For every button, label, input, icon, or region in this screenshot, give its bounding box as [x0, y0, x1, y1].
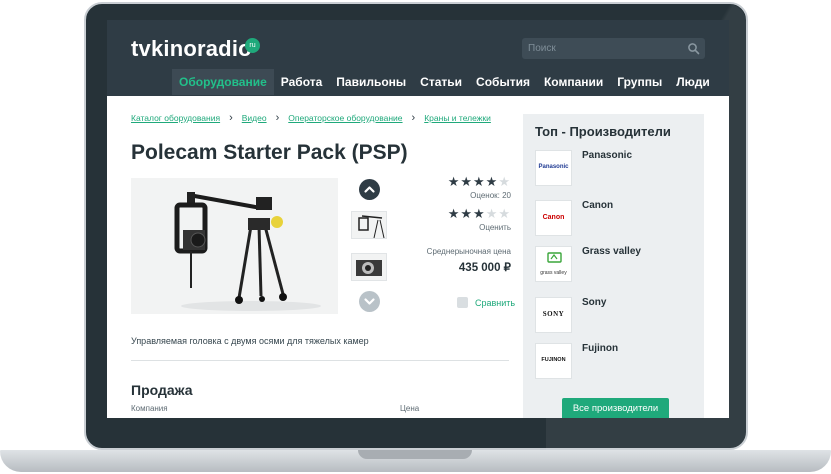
sony-logo: SONY — [535, 297, 572, 333]
product-thumbnail-2[interactable] — [351, 253, 387, 281]
chevron-right-icon: › — [411, 112, 416, 124]
manufacturer-name: Sony — [582, 297, 607, 308]
laptop-notch — [358, 450, 472, 459]
camera-crane-illustration — [174, 192, 321, 311]
breadcrumb-catalog[interactable]: Каталог оборудования — [131, 113, 220, 123]
rate-label[interactable]: Оценить — [407, 223, 511, 232]
panasonic-logo-text: Panasonic — [538, 164, 569, 170]
nav-item-groups[interactable]: Группы — [610, 69, 669, 95]
user-rating-stars[interactable]: ★★★★★ — [407, 206, 511, 222]
fujinon-logo-text: FUJINON — [541, 357, 566, 363]
site-logo[interactable]: tvkinoradio — [131, 36, 252, 62]
canon-logo: Canon — [535, 200, 572, 236]
nav-item-jobs[interactable]: Работа — [274, 69, 330, 95]
price-value: 435 000 ₽ — [458, 262, 511, 274]
average-rating-stars: ★★★★★ — [407, 174, 511, 190]
thumbnails-down-button[interactable] — [359, 291, 380, 312]
star-icon[interactable]: ★★★ — [448, 206, 486, 221]
compare-label[interactable]: Сравнить — [475, 298, 515, 308]
sony-logo-text: SONY — [542, 310, 565, 318]
grass-valley-mark-icon — [547, 252, 562, 263]
nav-item-articles[interactable]: Статьи — [413, 69, 469, 95]
breadcrumb-camera-equipment[interactable]: Операторское оборудование — [288, 113, 402, 123]
grass-valley-logo: grass valley — [535, 246, 572, 282]
product-description: Управляемая головка с двумя осями для тя… — [131, 336, 369, 346]
manufacturer-name: Fujinon — [582, 343, 619, 354]
logo-badge: ru — [245, 38, 260, 53]
compare-checkbox[interactable] — [457, 297, 468, 308]
main-nav: Оборудование Работа Павильоны Статьи Соб… — [172, 69, 717, 95]
sidebar-title: Топ - Производители — [535, 124, 671, 139]
star-empty-icon[interactable]: ★★ — [486, 206, 511, 221]
rating-count: Оценок: 20 — [470, 191, 511, 200]
star-icon: ★★★★ — [447, 174, 499, 189]
manufacturer-name: Panasonic — [582, 150, 633, 161]
panasonic-logo: Panasonic — [535, 150, 572, 186]
nav-item-companies[interactable]: Компании — [537, 69, 610, 95]
thumbnails-up-button[interactable] — [359, 179, 380, 200]
search-input[interactable] — [528, 38, 678, 59]
thumbnail-image — [356, 260, 382, 276]
sale-column-price: Цена — [400, 404, 420, 413]
product-main-image[interactable] — [131, 178, 338, 314]
breadcrumb: Каталог оборудования › Видео › Операторс… — [131, 112, 491, 124]
page-title: Polecam Starter Pack (PSP) — [131, 141, 408, 164]
sale-column-company: Компания — [131, 404, 168, 413]
nav-item-people[interactable]: Люди — [669, 69, 717, 95]
sale-heading: Продажа — [131, 382, 193, 398]
thumbnail-image — [358, 215, 385, 238]
rating-block: ★★★★★ Оценок: 20 ★★★★★ Оценить Среднерын… — [407, 174, 511, 274]
manufacturer-item-panasonic[interactable]: Panasonic Panasonic — [535, 150, 695, 188]
divider — [131, 360, 509, 361]
chevron-down-icon — [364, 298, 375, 305]
manufacturer-item-canon[interactable]: Canon Canon — [535, 200, 695, 238]
grass-valley-logo-text: grass valley — [540, 270, 567, 276]
chevron-right-icon: › — [229, 112, 233, 124]
manufacturer-item-grass-valley[interactable]: grass valley Grass valley — [535, 246, 695, 284]
manufacturer-name: Grass valley — [582, 246, 641, 257]
top-manufacturers-sidebar: Топ - Производители Panasonic Panasonic … — [523, 114, 704, 418]
product-thumbnail-1[interactable] — [351, 211, 387, 239]
breadcrumb-video[interactable]: Видео — [242, 113, 267, 123]
fujinon-logo: FUJINON — [535, 343, 572, 379]
breadcrumb-cranes[interactable]: Краны и тележки — [424, 113, 491, 123]
all-manufacturers-button[interactable]: Все производители — [562, 398, 669, 418]
price-label: Среднерыночная цена — [426, 247, 511, 256]
star-empty-icon: ★ — [498, 174, 511, 189]
manufacturer-name: Canon — [582, 200, 614, 211]
search-icon[interactable] — [687, 42, 700, 55]
manufacturer-item-sony[interactable]: SONY Sony — [535, 297, 695, 335]
nav-item-equipment[interactable]: Оборудование — [172, 69, 274, 95]
canon-logo-text: Canon — [542, 214, 565, 221]
nav-item-events[interactable]: События — [469, 69, 537, 95]
site-header: tvkinoradio ru Оборудование Работа Павил… — [107, 20, 729, 96]
search-box — [522, 38, 705, 59]
compare-toggle[interactable]: Сравнить — [457, 297, 515, 308]
chevron-right-icon: › — [275, 112, 280, 124]
chevron-up-icon — [364, 186, 375, 193]
browser-screen: tvkinoradio ru Оборудование Работа Павил… — [107, 20, 729, 418]
manufacturer-item-fujinon[interactable]: FUJINON Fujinon — [535, 343, 695, 381]
nav-item-pavilions[interactable]: Павильоны — [329, 69, 413, 95]
